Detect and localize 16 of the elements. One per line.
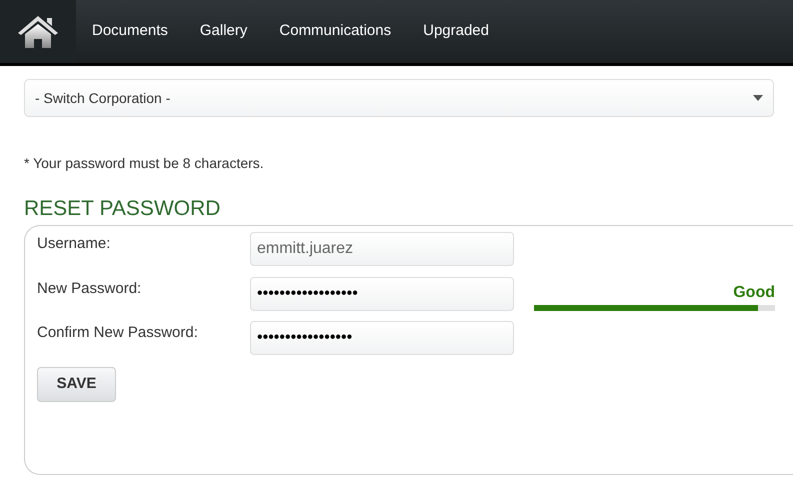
corporation-select[interactable]: - Switch Corporation - bbox=[24, 79, 774, 117]
caret-icon bbox=[753, 95, 763, 101]
field-label: Username: bbox=[37, 234, 112, 254]
nav-link[interactable]: Communications bbox=[263, 0, 408, 63]
password-hint: * Your password must be 8 characters. bbox=[24, 154, 265, 173]
section-heading: RESET PASSWORD bbox=[24, 196, 222, 222]
nav-link[interactable]: Gallery bbox=[184, 0, 264, 63]
field-label: New Password: bbox=[37, 278, 142, 299]
nav-link[interactable]: Documents bbox=[76, 0, 184, 63]
strength-label: Good bbox=[732, 282, 775, 303]
home-icon bbox=[17, 14, 59, 50]
field-label: Confirm New Password: bbox=[37, 323, 199, 344]
nav-link[interactable]: Upgraded bbox=[407, 0, 505, 63]
save-button[interactable]: SAVE bbox=[37, 366, 116, 402]
input-field[interactable]: •••••••••••••••••• bbox=[250, 276, 514, 311]
input-field[interactable]: ••••••••••••••••• bbox=[250, 321, 514, 356]
